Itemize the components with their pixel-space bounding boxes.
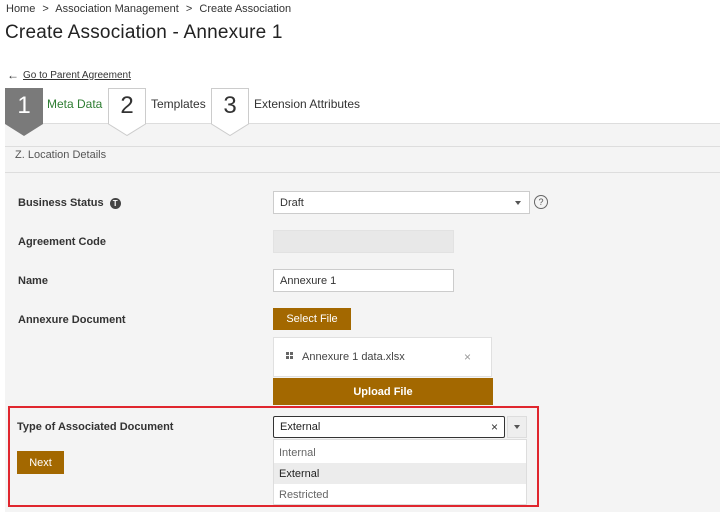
step-2-badge[interactable]: 2	[108, 88, 146, 136]
type-value: External	[280, 421, 321, 433]
page-title: Create Association - Annexure 1	[5, 22, 283, 43]
next-button[interactable]: Next	[17, 451, 64, 474]
business-status-label-text: Business Status	[18, 197, 104, 209]
section-divider	[5, 146, 720, 147]
step-3-number: 3	[223, 92, 237, 119]
breadcrumb: Home > Association Management > Create A…	[6, 3, 295, 15]
info-icon[interactable]: T	[109, 197, 121, 209]
clear-icon[interactable]: ×	[491, 420, 498, 434]
step-2-number: 2	[120, 92, 134, 119]
step-2-label[interactable]: Templates	[151, 97, 206, 111]
business-status-select[interactable]: Draft	[273, 191, 530, 214]
breadcrumb-separator: >	[42, 3, 49, 15]
help-icon[interactable]: ?	[534, 195, 548, 209]
type-of-associated-document-label: Type of Associated Document	[17, 421, 174, 433]
dropdown-list: Internal External Restricted	[273, 439, 527, 505]
back-link-label: Go to Parent Agreement	[23, 69, 131, 81]
name-label: Name	[18, 275, 48, 287]
annexure-document-label: Annexure Document	[18, 314, 126, 326]
go-to-parent-agreement-link[interactable]: ← Go to Parent Agreement	[7, 68, 131, 82]
breadcrumb-home[interactable]: Home	[6, 3, 35, 15]
arrow-left-icon: ←	[7, 68, 19, 82]
breadcrumb-association-management[interactable]: Association Management	[55, 3, 179, 15]
business-status-value: Draft	[280, 196, 304, 209]
option-external[interactable]: External	[274, 463, 526, 484]
option-internal[interactable]: Internal	[274, 442, 526, 463]
business-status-label: Business Status T	[18, 197, 121, 209]
chevron-down-icon	[515, 200, 521, 205]
section-divider	[5, 172, 720, 173]
agreement-code-label: Agreement Code	[18, 236, 107, 248]
name-input[interactable]: Annexure 1	[273, 269, 454, 292]
step-1-number: 1	[17, 92, 31, 119]
step-3-badge[interactable]: 3	[211, 88, 249, 136]
breadcrumb-create-association: Create Association	[199, 3, 292, 15]
type-of-associated-document-input[interactable]: External ×	[273, 416, 505, 438]
file-name: Annexure 1 data.xlsx	[302, 351, 405, 363]
agreement-code-field	[273, 230, 454, 253]
step-1-label[interactable]: Meta Data	[47, 97, 102, 111]
breadcrumb-separator: >	[185, 3, 193, 15]
file-item: Annexure 1 data.xlsx ×	[273, 337, 492, 377]
close-icon[interactable]: ×	[464, 350, 471, 364]
wizard-steps: 1 Meta Data 2 Templates 3 Extension Attr…	[0, 88, 720, 140]
chevron-down-icon	[514, 425, 520, 429]
select-file-button[interactable]: Select File	[273, 308, 351, 330]
section-title: Z. Location Details	[15, 149, 107, 161]
name-value: Annexure 1	[280, 274, 337, 287]
step-3-label[interactable]: Extension Attributes	[254, 97, 360, 111]
dropdown-toggle[interactable]	[507, 416, 527, 438]
file-icon	[286, 352, 294, 360]
step-1-badge[interactable]: 1	[5, 88, 43, 136]
upload-file-button[interactable]: Upload File	[273, 378, 493, 405]
option-restricted[interactable]: Restricted	[274, 484, 526, 505]
